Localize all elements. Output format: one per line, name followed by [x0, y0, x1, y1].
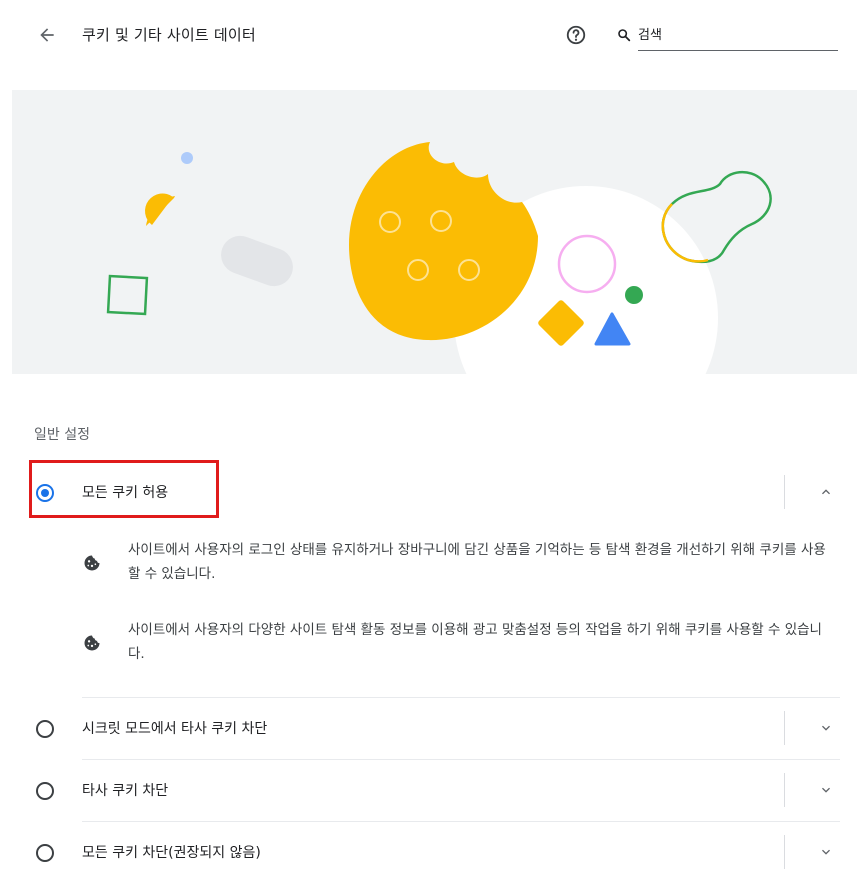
radio-block-incognito[interactable]	[36, 720, 54, 738]
help-button[interactable]	[562, 22, 590, 48]
row-divider	[784, 773, 785, 807]
green-dot-shape	[625, 286, 643, 304]
highlight-annotation	[29, 460, 219, 518]
search-input[interactable]	[638, 20, 838, 51]
row-divider	[784, 835, 785, 869]
detail-item: 사이트에서 사용자의 다양한 사이트 탐색 활동 정보를 이용해 광고 맞춤설정…	[82, 618, 832, 670]
chevron-down-icon	[822, 725, 830, 731]
chevron-up-icon	[822, 489, 830, 495]
option-block-third-party-incognito[interactable]: 시크릿 모드에서 타사 쿠키 차단	[0, 698, 857, 758]
option-block-third-party[interactable]: 타사 쿠키 차단	[0, 760, 857, 820]
cookie-icon	[84, 555, 100, 571]
page-header: 쿠키 및 기타 사이트 데이터	[0, 0, 857, 72]
option-label: 시크릿 모드에서 타사 쿠키 차단	[82, 721, 268, 737]
expand-button[interactable]	[815, 841, 837, 863]
search-icon	[618, 29, 631, 42]
capsule-shape	[221, 235, 293, 287]
expand-button[interactable]	[815, 779, 837, 801]
radio-block-all[interactable]	[36, 844, 54, 862]
blue-dot-shape	[181, 152, 193, 164]
back-button[interactable]	[34, 22, 60, 48]
chevron-down-icon	[822, 849, 830, 855]
detail-item: 사이트에서 사용자의 로그인 상태를 유지하거나 장바구니에 담긴 상품을 기억…	[82, 538, 832, 590]
search-box	[612, 20, 840, 52]
option-label: 타사 쿠키 차단	[82, 783, 169, 799]
section-title: 일반 설정	[34, 427, 90, 443]
settings-page: 쿠키 및 기타 사이트 데이터 검색 일반 설정 모든 쿠키 허용 사이트에서 …	[0, 0, 857, 875]
arrow-back-icon	[40, 28, 54, 42]
row-divider	[784, 475, 785, 509]
collapse-button[interactable]	[815, 481, 837, 503]
help-circle-icon	[566, 25, 586, 45]
cookie-icon	[84, 635, 100, 651]
cookie-illustration	[12, 90, 857, 374]
option-label: 모든 쿠키 차단(권장되지 않음)	[82, 845, 261, 861]
page-title: 쿠키 및 기타 사이트 데이터	[82, 26, 256, 44]
detail-text: 사이트에서 사용자의 로그인 상태를 유지하거나 장바구니에 담긴 상품을 기억…	[128, 542, 826, 582]
radio-block-third-party[interactable]	[36, 782, 54, 800]
row-divider	[784, 711, 785, 745]
green-square-shape	[106, 274, 149, 316]
expand-button[interactable]	[815, 717, 837, 739]
detail-text: 사이트에서 사용자의 다양한 사이트 탐색 활동 정보를 이용해 광고 맞춤설정…	[128, 622, 822, 662]
chevron-down-icon	[822, 787, 830, 793]
option-block-all-cookies[interactable]: 모든 쿠키 차단(권장되지 않음)	[0, 822, 857, 875]
